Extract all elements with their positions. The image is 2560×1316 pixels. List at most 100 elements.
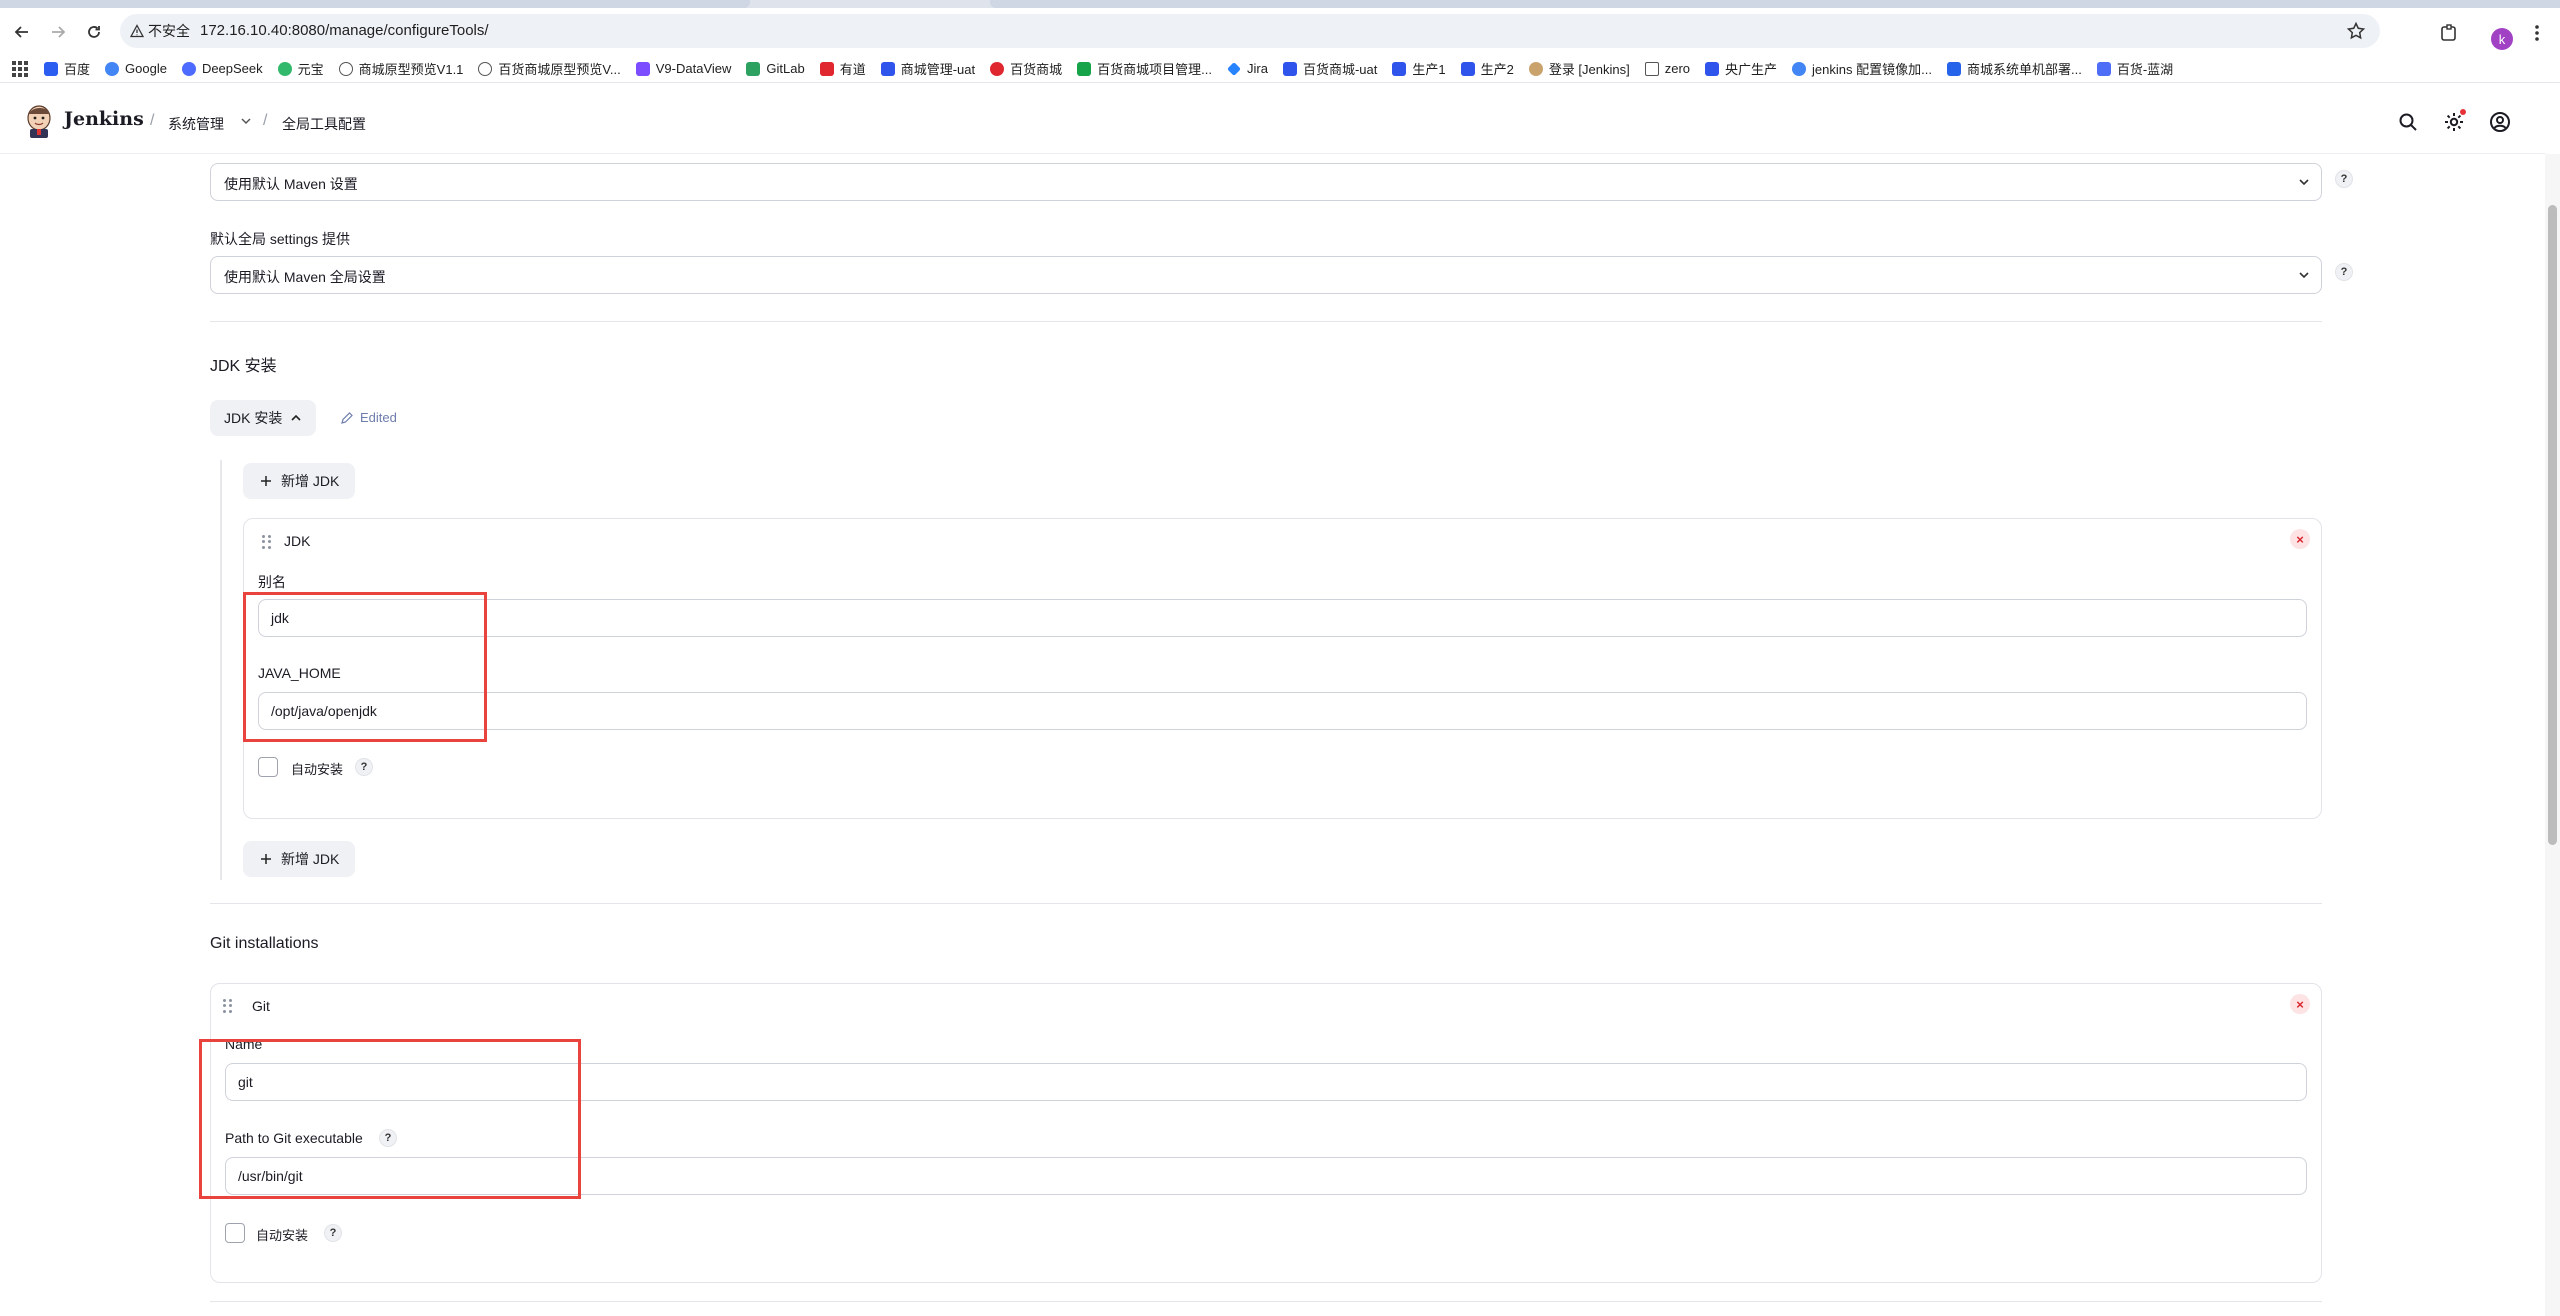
- bookmark-item[interactable]: 百货商城原型预览V...: [478, 59, 621, 78]
- bookmark-item[interactable]: 百货商城项目管理...: [1077, 59, 1212, 78]
- bookmark-item[interactable]: 有道: [819, 59, 866, 78]
- help-icon[interactable]: ?: [355, 758, 373, 776]
- edited-indicator: Edited: [340, 410, 397, 425]
- drag-handle-icon[interactable]: [223, 999, 233, 1013]
- bookmark-item[interactable]: 生产2: [1460, 59, 1514, 78]
- add-jdk-label: 新增 JDK: [281, 851, 340, 867]
- globe-icon: [478, 61, 493, 76]
- search-icon[interactable]: [2396, 110, 2420, 134]
- jdk-card-title: JDK: [284, 533, 311, 549]
- jdk-toggle-label: JDK 安装: [224, 410, 283, 426]
- bookmark-star-icon[interactable]: [2346, 21, 2366, 41]
- add-jdk-button[interactable]: 新增 JDK: [243, 463, 356, 499]
- bookmark-favicon: [105, 61, 120, 76]
- back-icon[interactable]: [10, 20, 34, 44]
- bookmark-item[interactable]: 商城原型预览V1.1: [338, 59, 463, 78]
- bookmark-favicon: [1460, 61, 1475, 76]
- drag-handle-icon[interactable]: [262, 535, 272, 549]
- annotation-highlight-git: [199, 1039, 581, 1199]
- bookmark-favicon: [44, 61, 58, 76]
- bookmark-favicon: [2096, 61, 2111, 76]
- bookmark-item[interactable]: 百度: [44, 59, 90, 78]
- apps-grid-icon[interactable]: [12, 60, 28, 77]
- add-jdk-button[interactable]: 新增 JDK: [243, 841, 356, 877]
- bookmark-item[interactable]: jenkins 配置镜像加...: [1792, 59, 1932, 78]
- bookmark-favicon: [880, 61, 895, 76]
- breadcrumb-manage[interactable]: 系统管理: [168, 114, 224, 134]
- java-home-input[interactable]: /opt/java/openjdk: [258, 692, 2307, 730]
- close-icon[interactable]: ×: [2290, 994, 2310, 1014]
- bookmark-favicon: [746, 61, 761, 76]
- pencil-icon: [341, 411, 353, 424]
- bookmark-favicon: [1792, 61, 1807, 76]
- jdk-alias-input[interactable]: jdk: [258, 599, 2307, 637]
- bookmark-favicon: [1282, 61, 1297, 76]
- add-jdk-label: 新增 JDK: [281, 473, 340, 489]
- address-bar[interactable]: 不安全 172.16.10.40:8080/manage/configureTo…: [120, 14, 2380, 48]
- bookmark-favicon: [990, 61, 1005, 76]
- bookmark-item[interactable]: DeepSeek: [181, 61, 263, 76]
- global-settings-label: 默认全局 settings 提供: [210, 231, 351, 247]
- bookmark-favicon: [1705, 61, 1720, 76]
- bookmark-item[interactable]: 百货商城: [990, 59, 1062, 78]
- url-text[interactable]: 172.16.10.40:8080/manage/configureTools/: [200, 22, 489, 40]
- notification-dot: [2460, 109, 2466, 115]
- bookmark-favicon: [1392, 61, 1407, 76]
- user-icon[interactable]: [2488, 110, 2512, 134]
- browser-tabstrip: [0, 0, 2560, 8]
- bookmark-item[interactable]: GitLab: [746, 61, 805, 76]
- section-divider: [210, 1301, 2322, 1302]
- security-indicator[interactable]: 不安全: [130, 22, 190, 40]
- bookmark-item[interactable]: 商城系统单机部署...: [1946, 59, 2082, 78]
- profile-avatar[interactable]: k: [2491, 28, 2513, 50]
- app-title[interactable]: Jenkins: [64, 108, 144, 130]
- browser-toolbar: 不安全 172.16.10.40:8080/manage/configureTo…: [0, 8, 2560, 55]
- git-card-title: Git: [252, 998, 270, 1014]
- bookmark-item[interactable]: 生产1: [1392, 59, 1446, 78]
- annotation-highlight-jdk: [243, 592, 487, 742]
- browser-menu-icon[interactable]: [2526, 22, 2548, 44]
- bookmark-item[interactable]: V9-DataView: [635, 61, 731, 76]
- jenkins-logo-icon[interactable]: [24, 104, 54, 138]
- browser-tab[interactable]: [0, 0, 750, 8]
- section-divider: [210, 321, 2322, 322]
- jdk-toggle-button[interactable]: JDK 安装: [210, 400, 317, 436]
- close-icon[interactable]: ×: [2290, 529, 2310, 549]
- bookmark-item[interactable]: zero: [1644, 61, 1690, 76]
- auto-install-label: 自动安装: [256, 1228, 309, 1243]
- browser-tab[interactable]: [990, 0, 2560, 8]
- bookmark-item[interactable]: 元宝: [277, 59, 324, 78]
- chevron-down-icon[interactable]: [239, 114, 253, 128]
- bookmark-favicon: [635, 61, 650, 76]
- scrollbar-thumb[interactable]: [2548, 205, 2557, 845]
- folder-icon: [1644, 61, 1659, 76]
- bookmark-favicon: [277, 61, 292, 76]
- maven-global-settings-select[interactable]: 使用默认 Maven 全局设置: [210, 256, 2322, 294]
- select-value: 使用默认 Maven 全局设置: [224, 269, 386, 285]
- help-icon[interactable]: ?: [2335, 170, 2353, 188]
- maven-settings-select[interactable]: 使用默认 Maven 设置: [210, 163, 2322, 201]
- reload-icon[interactable]: [82, 20, 106, 44]
- bookmark-favicon: [181, 61, 196, 76]
- bookmark-item[interactable]: 央广生产: [1705, 59, 1777, 78]
- extensions-icon[interactable]: [2438, 22, 2460, 44]
- jdk-section-title: JDK 安装: [210, 358, 277, 375]
- bookmark-item[interactable]: 百货商城-uat: [1282, 59, 1377, 78]
- bookmark-item[interactable]: 百货-蓝湖: [2096, 59, 2173, 78]
- bookmark-item[interactable]: 登录 [Jenkins]: [1528, 59, 1630, 78]
- chevron-down-icon: [2297, 175, 2311, 189]
- bookmarks-bar: 百度 Google DeepSeek 元宝 商城原型预览V1.1 百货商城原型预…: [0, 55, 2560, 83]
- breadcrumb-separator: /: [263, 112, 268, 129]
- breadcrumb-tools[interactable]: 全局工具配置: [282, 114, 366, 134]
- jenkins-header: Jenkins / 系统管理 / 全局工具配置: [0, 84, 2545, 154]
- help-icon[interactable]: ?: [2335, 263, 2353, 281]
- auto-install-checkbox[interactable]: [258, 757, 278, 777]
- chevron-up-icon: [291, 414, 301, 421]
- help-icon[interactable]: ?: [324, 1224, 342, 1242]
- bookmark-item[interactable]: Google: [105, 61, 167, 76]
- jdk-installation-card: JDK × 别名 jdk JAVA_HOME /opt/java/openjdk…: [243, 518, 2322, 819]
- bookmark-item[interactable]: 商城管理-uat: [880, 59, 975, 78]
- auto-install-checkbox[interactable]: [225, 1223, 245, 1243]
- bookmark-item[interactable]: Jira: [1227, 61, 1268, 76]
- forward-icon[interactable]: [46, 20, 70, 44]
